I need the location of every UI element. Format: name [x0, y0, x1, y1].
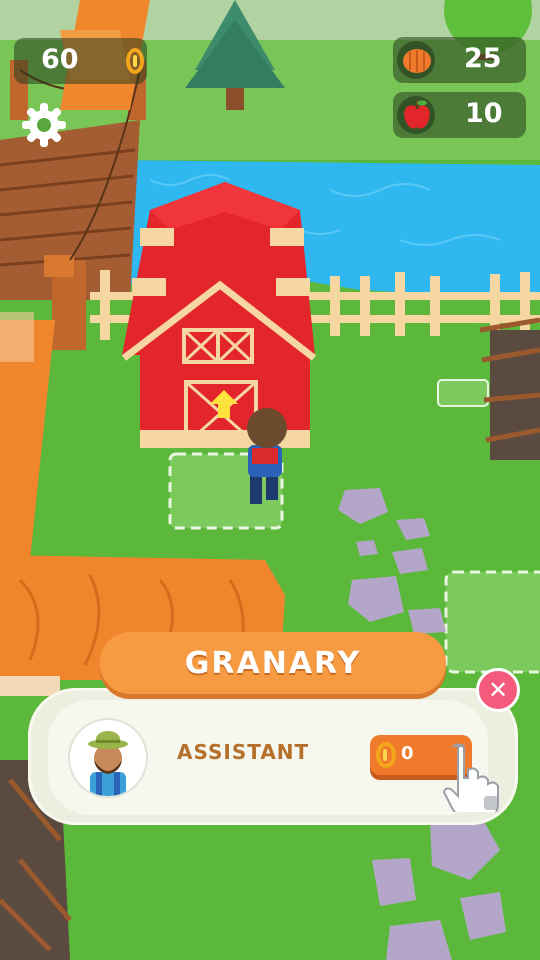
pumpkin-count: 25 — [464, 43, 502, 74]
coin-counter: 60 — [14, 38, 147, 84]
pumpkin-icon — [403, 49, 431, 73]
close-icon: ✕ — [487, 676, 509, 704]
panel-title: GRANARY — [100, 632, 446, 694]
pumpkin-counter: 25 — [393, 37, 526, 83]
barn — [121, 182, 317, 448]
tap-hand-icon — [442, 743, 499, 812]
coin-icon — [126, 48, 144, 74]
coin-count: 60 — [41, 44, 79, 75]
assistant-label: ASSISTANT — [177, 740, 310, 764]
close-button[interactable]: ✕ — [476, 668, 520, 712]
gear-icon[interactable] — [20, 101, 68, 149]
apple-count: 10 — [465, 98, 503, 129]
coin-icon — [376, 742, 396, 768]
assistant-avatar — [70, 720, 146, 796]
apple-counter: 10 — [393, 92, 526, 138]
hire-cost: 0 — [401, 743, 414, 764]
apple-icon — [404, 100, 430, 129]
